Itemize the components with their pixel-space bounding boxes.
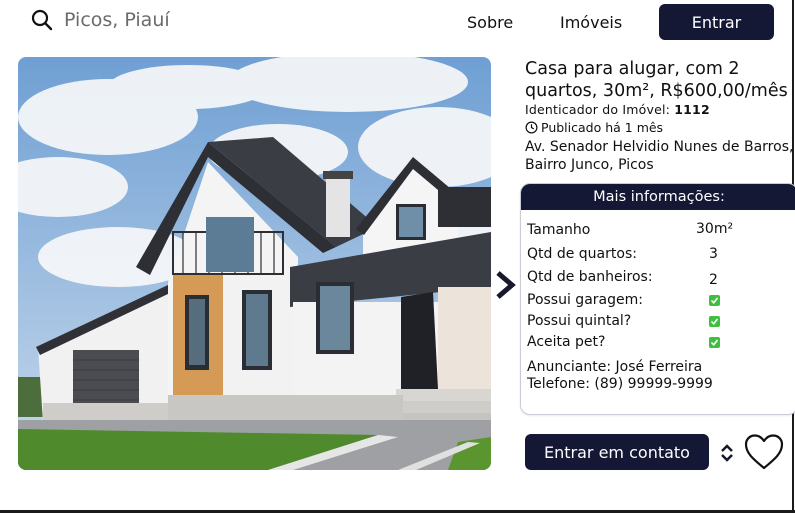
feature-label-yard: Possui quintal?	[527, 313, 632, 329]
feature-label-garage: Possui garagem:	[527, 292, 643, 308]
search-icon[interactable]	[30, 8, 54, 32]
advertiser-name: Anunciante: José Ferreira	[527, 359, 703, 375]
favorite-heart-icon[interactable]	[743, 432, 785, 472]
spec-label-rooms: Qtd de quartos:	[527, 246, 637, 262]
expand-chevrons-icon[interactable]	[719, 443, 735, 463]
nav-link-sobre[interactable]: Sobre	[467, 13, 513, 32]
garage-check-icon	[709, 295, 720, 306]
advertiser-phone: Telefone: (89) 99999-9999	[527, 376, 713, 392]
spec-label-size: Tamanho	[527, 222, 591, 238]
next-image-button[interactable]	[493, 270, 517, 300]
login-button[interactable]: Entrar	[659, 4, 774, 40]
yard-check-icon	[709, 316, 720, 327]
contact-button[interactable]: Entrar em contato	[525, 434, 709, 470]
pet-check-icon	[709, 337, 720, 348]
nav-link-imoveis[interactable]: Imóveis	[560, 13, 622, 32]
published-info: Publicado há 1 mês	[525, 120, 663, 135]
property-photo	[18, 57, 491, 470]
property-id: Identicador do Imóvel: 1112	[525, 102, 710, 117]
property-id-value: 1112	[674, 102, 710, 117]
more-info-card: Mais informações: Tamanho 30m² Qtd de qu…	[520, 183, 795, 415]
clock-icon	[525, 121, 538, 134]
published-text: Publicado há 1 mês	[541, 120, 664, 135]
search-input[interactable]	[64, 6, 364, 34]
property-id-label: Identicador do Imóvel:	[525, 102, 671, 117]
more-info-header: Mais informações:	[521, 184, 795, 210]
advertiser-info: Anunciante: José Ferreira Telefone: (89)…	[527, 359, 713, 393]
spec-label-bathrooms: Qtd de banheiros:	[527, 269, 653, 285]
feature-label-pet: Aceita pet?	[527, 334, 606, 350]
spec-value-size: 30m²	[696, 221, 734, 237]
listing-title: Casa para alugar, com 2 quartos, 30m², R…	[525, 59, 788, 101]
spec-value-bathrooms: 2	[709, 272, 718, 288]
property-address: Av. Senador Helvidio Nunes de Barros, Ba…	[525, 139, 794, 173]
spec-value-rooms: 3	[709, 246, 718, 262]
house-illustration	[18, 57, 491, 470]
